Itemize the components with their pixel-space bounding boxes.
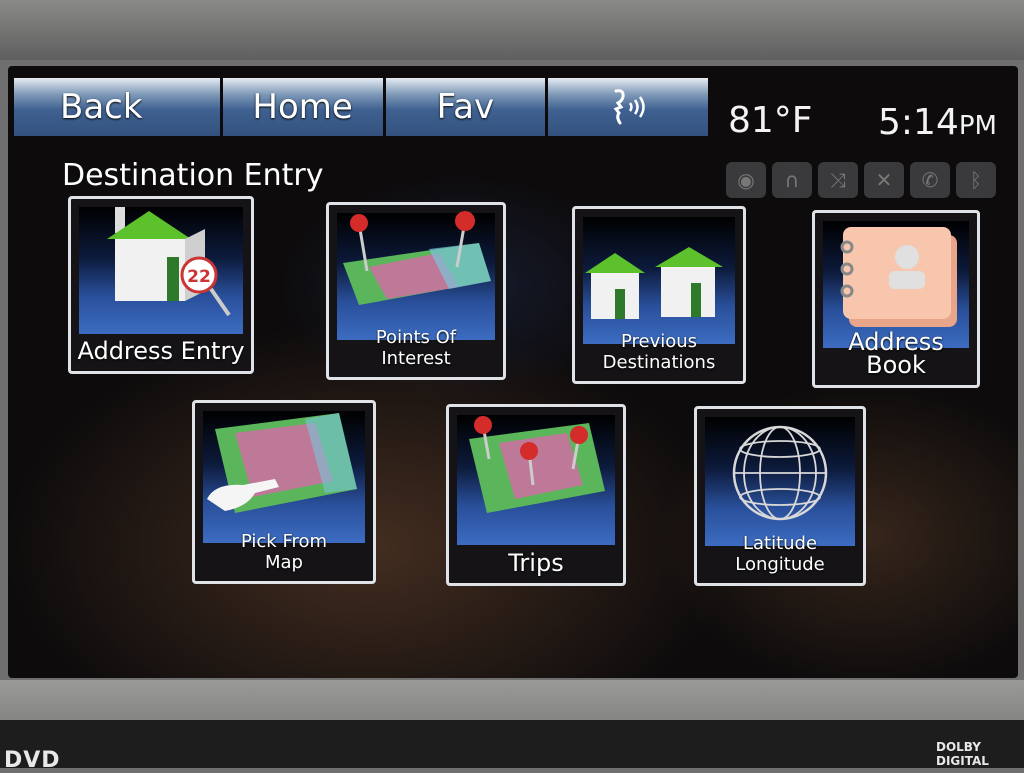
home-button[interactable]: Home <box>223 78 386 136</box>
clock-time: 5:14 <box>878 102 959 143</box>
label-line-2: Longitude <box>735 554 825 575</box>
map-pins-icon <box>343 211 491 305</box>
points-of-interest-tile[interactable]: Points Of Interest <box>326 202 506 380</box>
mute-icon: ✕ <box>864 162 904 198</box>
address-book-icon <box>840 227 957 327</box>
previous-destinations-tile[interactable]: Previous Destinations <box>572 206 746 384</box>
label-line-1: Pick From <box>240 531 328 552</box>
clock: 5:14PM <box>878 102 997 143</box>
house-number: 22 <box>187 267 211 287</box>
fav-button[interactable]: Fav <box>386 78 549 136</box>
dvd-logo: DVD <box>4 748 61 773</box>
bezel-bottom <box>0 680 1024 768</box>
dolby-line-2: DIGITAL <box>936 754 989 768</box>
trips-label: Trips <box>508 549 564 577</box>
map-hand-icon <box>207 413 357 513</box>
clock-ampm: PM <box>958 111 997 141</box>
label-line-1: Previous <box>620 331 698 352</box>
label-line-2: Destinations <box>602 352 716 373</box>
address-book-label: Address Book <box>848 328 944 379</box>
address-entry-tile[interactable]: 22 Address Entry <box>68 196 254 374</box>
previous-destinations-label: Previous Destinations <box>575 331 743 373</box>
back-button[interactable]: Back <box>14 78 223 136</box>
phone-icon: ✆ <box>910 162 950 198</box>
globe-icon <box>732 425 828 521</box>
dolby-line-1: DOLBY <box>936 740 981 754</box>
status-icon-row: ◉ ∩ ⤨ ✕ ✆ ᛒ <box>726 162 996 198</box>
house-icon: 22 <box>107 207 231 317</box>
voice-command-button[interactable] <box>548 78 708 136</box>
radio-icon: ◉ <box>726 162 766 198</box>
label-line-2: Interest <box>381 348 451 369</box>
houses-icon <box>585 247 723 319</box>
address-entry-label: Address Entry <box>77 337 245 365</box>
outside-temperature: 81°F <box>728 100 813 141</box>
label-line-1: Latitude <box>742 533 818 554</box>
head-unit-screen: Back Home Fav 81°F 5:14PM Destination En… <box>8 66 1018 678</box>
points-of-interest-label: Points Of Interest <box>329 327 503 369</box>
pick-from-map-label: Pick From Map <box>195 531 373 573</box>
voice-command-icon <box>613 89 645 125</box>
trip-map-icon <box>469 416 605 513</box>
headphones-icon: ∩ <box>772 162 812 198</box>
shuffle-icon: ⤨ <box>818 162 858 198</box>
pick-from-map-tile[interactable]: Pick From Map <box>192 400 376 584</box>
bezel-strip <box>0 720 1024 768</box>
dolby-logo: DOLBY DIGITAL <box>936 740 989 768</box>
bluetooth-icon: ᛒ <box>956 162 996 198</box>
page-title: Destination Entry <box>62 158 324 193</box>
bezel-top <box>0 0 1024 60</box>
top-nav-bar: Back Home Fav <box>14 78 708 136</box>
address-book-tile[interactable]: Address Book <box>812 210 980 388</box>
trips-tile[interactable]: Trips <box>446 404 626 586</box>
label-line-1: Points Of <box>375 327 457 348</box>
label-line-2: Map <box>265 552 303 573</box>
latitude-longitude-label: Latitude Longitude <box>697 533 863 575</box>
latitude-longitude-tile[interactable]: Latitude Longitude <box>694 406 866 586</box>
